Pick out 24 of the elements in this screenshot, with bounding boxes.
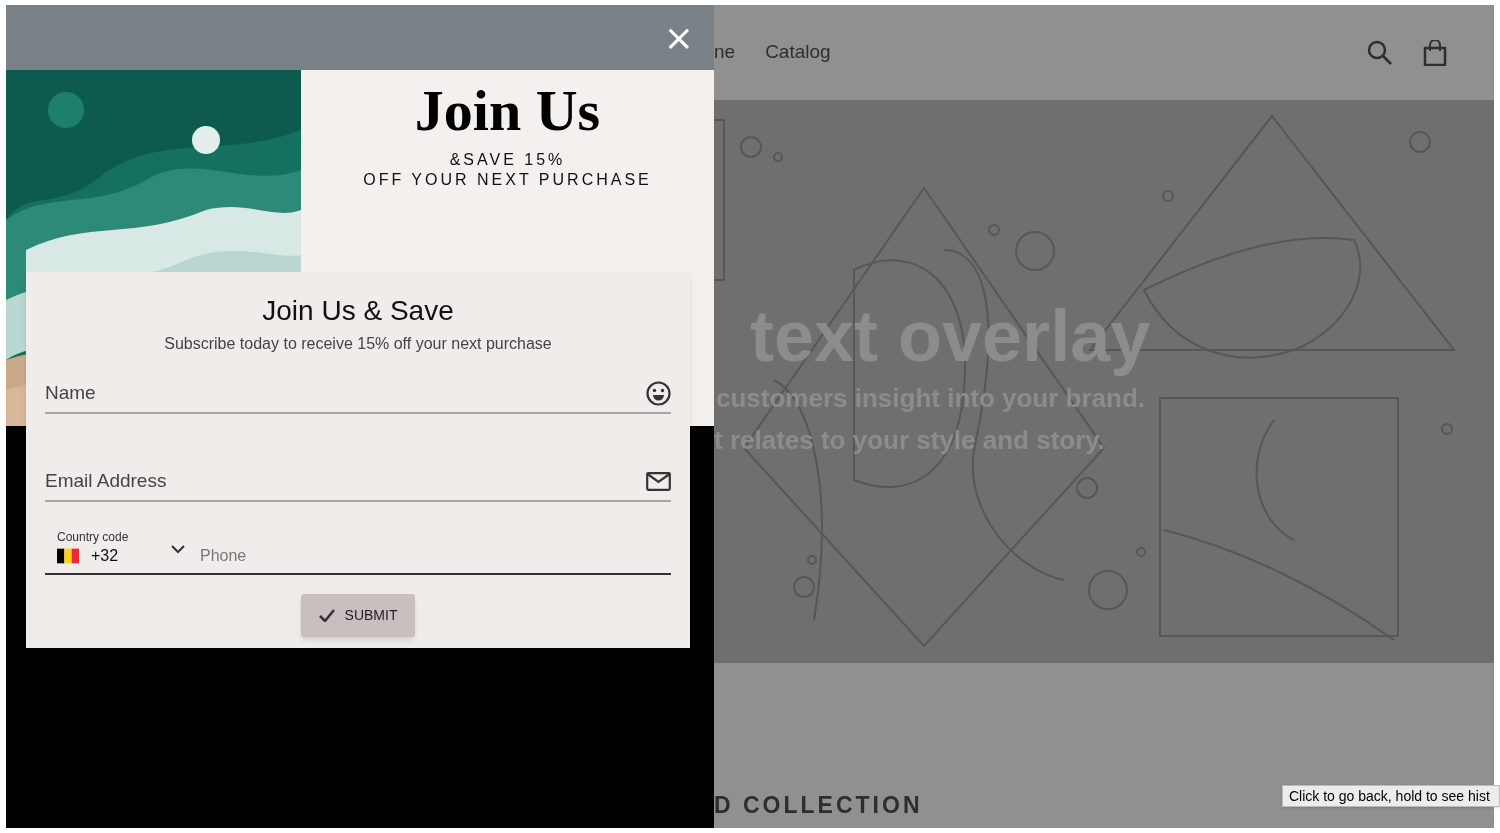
tagline: OFF YOUR NEXT PURCHASE bbox=[363, 170, 652, 190]
belgium-flag-icon bbox=[57, 547, 79, 564]
name-field[interactable]: Name bbox=[45, 374, 646, 412]
shopping-bag-icon[interactable] bbox=[1423, 39, 1447, 66]
headline: Join Us bbox=[414, 78, 601, 144]
smiley-icon bbox=[646, 380, 671, 406]
email-field[interactable]: Email Address bbox=[45, 462, 646, 500]
envelope-icon bbox=[646, 471, 671, 491]
country-code-select[interactable]: Country code +32 bbox=[45, 528, 185, 569]
tagline: &SAVE 15% bbox=[449, 150, 566, 170]
section-heading: D COLLECTION bbox=[714, 790, 923, 820]
close-button[interactable]: × bbox=[663, 19, 694, 56]
search-icon[interactable] bbox=[1367, 39, 1393, 66]
checkmark-icon bbox=[318, 609, 335, 622]
tooltip: Click to go back, hold to see hist bbox=[1282, 785, 1500, 807]
dial-code: +32 bbox=[91, 545, 119, 566]
submit-button[interactable]: SUBMIT bbox=[301, 594, 415, 637]
chevron-down-icon bbox=[171, 543, 185, 554]
form-subtitle: Subscribe today to receive 15% off your next purchase bbox=[164, 334, 552, 354]
nav-link[interactable]: ne bbox=[714, 38, 736, 67]
nav-link[interactable]: Catalog bbox=[765, 38, 831, 67]
country-code-label: Country code bbox=[57, 529, 129, 544]
form-title: Join Us & Save bbox=[262, 294, 454, 328]
phone-field[interactable]: Phone bbox=[200, 543, 671, 569]
